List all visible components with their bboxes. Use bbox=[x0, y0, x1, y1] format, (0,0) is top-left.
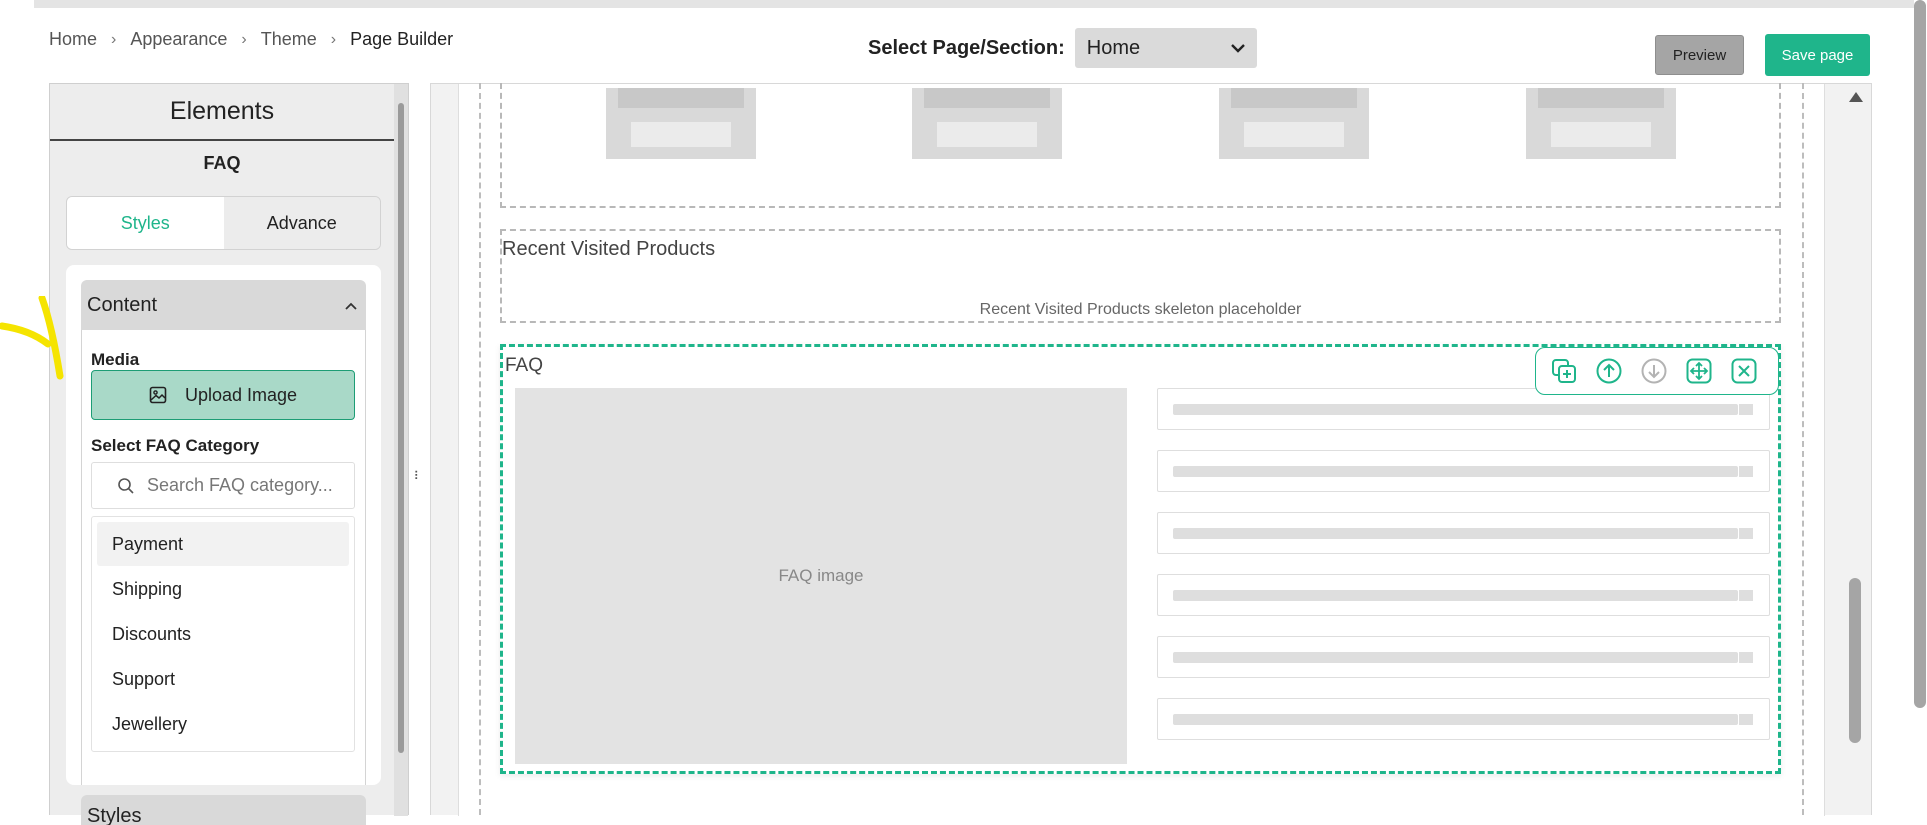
styles-accordion-header[interactable]: Styles bbox=[81, 795, 366, 825]
faq-category-search-input[interactable]: Search FAQ category... bbox=[91, 462, 355, 509]
media-label: Media bbox=[91, 350, 140, 369]
breadcrumb-theme[interactable]: Theme bbox=[261, 29, 317, 50]
category-item-support[interactable]: Support bbox=[97, 657, 349, 701]
faq-row-skeleton bbox=[1157, 698, 1770, 740]
product-skeleton bbox=[606, 88, 756, 159]
page-scrollbar-thumb[interactable] bbox=[1914, 0, 1926, 708]
content-accordion-title: Content bbox=[87, 293, 158, 316]
page-select-dropdown[interactable]: Home bbox=[1074, 28, 1257, 68]
panel-tabs: Styles Advance bbox=[66, 196, 381, 250]
image-icon bbox=[149, 386, 167, 404]
faq-category-list: Payment Shipping Discounts Support Jewel… bbox=[91, 516, 355, 752]
upload-image-button[interactable]: Upload Image bbox=[91, 370, 355, 420]
category-item-shipping[interactable]: Shipping bbox=[97, 567, 349, 611]
faq-image-placeholder: FAQ image bbox=[515, 388, 1127, 764]
chevron-right-icon: › bbox=[241, 30, 247, 48]
upload-image-label: Upload Image bbox=[184, 384, 298, 405]
move-down-icon[interactable] bbox=[1639, 356, 1669, 386]
chevron-up-icon bbox=[344, 294, 358, 317]
faq-section-title: FAQ bbox=[505, 355, 544, 376]
elements-panel: Elements FAQ Styles Advance Content Medi… bbox=[49, 83, 409, 825]
canvas-scrollbar-thumb[interactable] bbox=[1849, 578, 1861, 743]
duplicate-icon[interactable] bbox=[1549, 356, 1579, 386]
category-item-payment[interactable]: Payment bbox=[97, 522, 349, 566]
recent-visited-placeholder: Recent Visited Products skeleton placeho… bbox=[979, 301, 1302, 318]
product-skeleton bbox=[912, 88, 1062, 159]
faq-category-label: Select FAQ Category bbox=[91, 436, 260, 455]
save-page-button[interactable]: Save page bbox=[1765, 34, 1870, 76]
recent-visited-title: Recent Visited Products bbox=[502, 238, 716, 260]
move-up-icon[interactable] bbox=[1594, 356, 1624, 386]
faq-section[interactable]: FAQ FAQ image bbox=[500, 344, 1781, 774]
breadcrumb-page-builder: Page Builder bbox=[350, 29, 454, 49]
faq-image-label: FAQ image bbox=[778, 566, 864, 585]
faq-row-skeleton bbox=[1157, 512, 1770, 554]
styles-accordion-title: Styles bbox=[87, 805, 142, 825]
content-accordion-body: Media Upload Image Select FAQ Category S… bbox=[81, 330, 366, 785]
guide-right bbox=[1802, 83, 1804, 815]
tab-advance[interactable]: Advance bbox=[223, 197, 380, 249]
page-select-label: Select Page/Section: bbox=[868, 36, 1065, 59]
category-item-discounts[interactable]: Discounts bbox=[97, 612, 349, 656]
scroll-up-arrow-icon[interactable] bbox=[1849, 92, 1863, 102]
chevron-right-icon: › bbox=[111, 30, 117, 48]
recent-visited-section[interactable]: Recent Visited Products Recent Visited P… bbox=[500, 229, 1781, 323]
panel-scrollbar-thumb[interactable] bbox=[398, 103, 404, 753]
element-subtitle: FAQ bbox=[203, 153, 241, 173]
chevron-down-icon bbox=[1230, 40, 1245, 56]
top-strip bbox=[34, 0, 1914, 8]
page-select-value: Home bbox=[1086, 36, 1141, 59]
content-card: Content Media Upload Image Select FAQ Ca… bbox=[66, 265, 381, 785]
search-placeholder: Search FAQ category... bbox=[147, 475, 333, 495]
remove-icon[interactable] bbox=[1729, 356, 1759, 386]
product-skeleton bbox=[1219, 88, 1369, 159]
search-icon bbox=[117, 477, 135, 495]
content-accordion-header[interactable]: Content bbox=[81, 280, 366, 330]
preview-button[interactable]: Preview bbox=[1655, 35, 1744, 75]
product-skeleton bbox=[1526, 88, 1676, 159]
resize-handle-icon[interactable]: ⠇ bbox=[411, 467, 425, 485]
page-select-group: Select Page/Section: Home bbox=[868, 28, 1257, 68]
breadcrumb-home[interactable]: Home bbox=[49, 29, 97, 50]
breadcrumb: Home › Appearance › Theme › Page Builder bbox=[49, 29, 453, 50]
elements-title: Elements bbox=[50, 84, 394, 141]
faq-row-skeleton bbox=[1157, 450, 1770, 492]
tab-styles[interactable]: Styles bbox=[67, 197, 224, 249]
section-toolbar bbox=[1535, 347, 1779, 395]
category-item-jewellery[interactable]: Jewellery bbox=[97, 702, 349, 746]
faq-row-skeleton bbox=[1157, 636, 1770, 678]
breadcrumb-appearance[interactable]: Appearance bbox=[130, 29, 227, 50]
faq-row-skeleton bbox=[1157, 574, 1770, 616]
drag-move-icon[interactable] bbox=[1684, 356, 1714, 386]
chevron-right-icon: › bbox=[330, 30, 337, 48]
guide-left bbox=[479, 83, 481, 815]
